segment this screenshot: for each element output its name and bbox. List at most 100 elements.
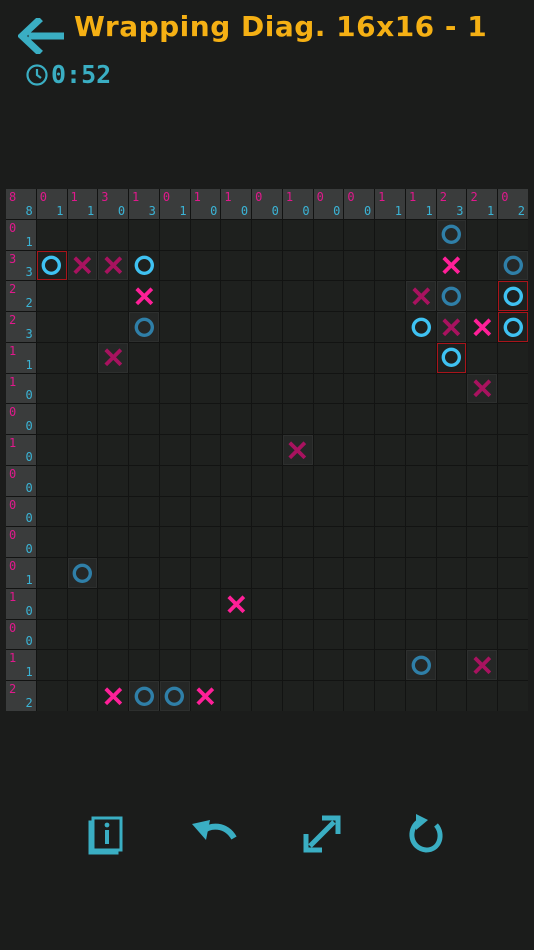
grid-cell[interactable] (498, 342, 528, 373)
grid-cell[interactable] (405, 435, 436, 465)
grid-cell[interactable] (190, 219, 221, 250)
grid-cell[interactable] (36, 650, 67, 681)
grid-cell[interactable] (36, 312, 67, 342)
grid-cell[interactable] (498, 373, 528, 404)
grid-cell[interactable] (221, 250, 252, 281)
grid-cell[interactable] (375, 465, 405, 496)
grid-cell[interactable] (221, 681, 252, 711)
grid-cell[interactable] (159, 496, 190, 527)
grid-cell[interactable] (252, 250, 282, 281)
grid-cell[interactable] (67, 342, 98, 373)
grid-cell[interactable] (98, 342, 129, 373)
grid-cell[interactable] (344, 619, 375, 650)
grid-cell[interactable] (467, 404, 498, 435)
grid-cell[interactable] (375, 342, 405, 373)
grid-cell[interactable] (67, 496, 98, 527)
grid-cell[interactable] (36, 373, 67, 404)
grid-cell[interactable] (405, 681, 436, 711)
grid-cell[interactable] (159, 219, 190, 250)
restart-button[interactable] (404, 812, 448, 856)
grid-cell[interactable] (344, 219, 375, 250)
grid-cell[interactable] (98, 219, 129, 250)
grid-cell[interactable] (129, 342, 159, 373)
grid-cell[interactable] (36, 435, 67, 465)
grid-cell[interactable] (344, 496, 375, 527)
grid-cell[interactable] (190, 558, 221, 588)
resize-button[interactable] (300, 812, 344, 856)
grid-cell[interactable] (159, 435, 190, 465)
grid-cell[interactable] (436, 465, 467, 496)
grid-cell[interactable] (344, 404, 375, 435)
grid-cell[interactable] (313, 281, 344, 312)
grid-cell[interactable] (282, 619, 313, 650)
grid-cell[interactable] (282, 681, 313, 711)
grid-cell[interactable] (282, 342, 313, 373)
grid-cell[interactable] (129, 527, 159, 558)
grid-cell[interactable] (313, 588, 344, 619)
grid-cell[interactable] (221, 435, 252, 465)
grid-cell[interactable] (221, 496, 252, 527)
grid-cell[interactable] (467, 558, 498, 588)
grid-cell[interactable] (375, 219, 405, 250)
grid-cell[interactable] (467, 496, 498, 527)
grid-cell[interactable] (190, 281, 221, 312)
grid-cell[interactable] (36, 527, 67, 558)
grid-cell[interactable] (467, 312, 498, 342)
grid-cell[interactable] (467, 373, 498, 404)
grid-cell[interactable] (282, 404, 313, 435)
grid-cell[interactable] (375, 404, 405, 435)
grid-cell[interactable] (67, 281, 98, 312)
grid-cell[interactable] (129, 465, 159, 496)
grid-cell[interactable] (282, 588, 313, 619)
grid-cell[interactable] (436, 373, 467, 404)
grid-cell[interactable] (36, 681, 67, 711)
grid-cell[interactable] (98, 619, 129, 650)
grid-cell[interactable] (67, 435, 98, 465)
grid-cell[interactable] (436, 527, 467, 558)
grid-cell[interactable] (375, 496, 405, 527)
grid-cell[interactable] (467, 250, 498, 281)
grid-cell[interactable] (313, 342, 344, 373)
grid-cell[interactable] (67, 681, 98, 711)
grid-cell[interactable] (190, 527, 221, 558)
grid-cell[interactable] (67, 527, 98, 558)
grid-cell[interactable] (129, 250, 159, 281)
grid-cell[interactable] (436, 281, 467, 312)
grid-cell[interactable] (98, 281, 129, 312)
grid-cell[interactable] (375, 619, 405, 650)
grid-cell[interactable] (375, 527, 405, 558)
grid-cell[interactable] (498, 250, 528, 281)
grid-cell[interactable] (98, 404, 129, 435)
grid-cell[interactable] (67, 619, 98, 650)
grid-cell[interactable] (221, 558, 252, 588)
grid-cell[interactable] (129, 219, 159, 250)
grid-cell[interactable] (159, 681, 190, 711)
grid-cell[interactable] (436, 219, 467, 250)
grid-cell[interactable] (313, 681, 344, 711)
grid-cell[interactable] (375, 588, 405, 619)
grid-cell[interactable] (252, 650, 282, 681)
grid-cell[interactable] (498, 681, 528, 711)
grid-cell[interactable] (98, 496, 129, 527)
grid-cell[interactable] (129, 435, 159, 465)
grid-cell[interactable] (344, 681, 375, 711)
grid-cell[interactable] (313, 527, 344, 558)
grid-cell[interactable] (221, 588, 252, 619)
grid-cell[interactable] (67, 558, 98, 588)
grid-cell[interactable] (190, 312, 221, 342)
grid-cell[interactable] (67, 312, 98, 342)
grid-cell[interactable] (129, 404, 159, 435)
grid-cell[interactable] (436, 558, 467, 588)
grid-cell[interactable] (36, 219, 67, 250)
grid-cell[interactable] (252, 373, 282, 404)
grid-cell[interactable] (159, 281, 190, 312)
grid-cell[interactable] (467, 650, 498, 681)
grid-cell[interactable] (405, 558, 436, 588)
grid-cell[interactable] (67, 650, 98, 681)
grid-cell[interactable] (375, 435, 405, 465)
grid-cell[interactable] (190, 496, 221, 527)
grid-cell[interactable] (436, 650, 467, 681)
grid-cell[interactable] (252, 681, 282, 711)
grid-cell[interactable] (159, 404, 190, 435)
grid-cell[interactable] (252, 465, 282, 496)
